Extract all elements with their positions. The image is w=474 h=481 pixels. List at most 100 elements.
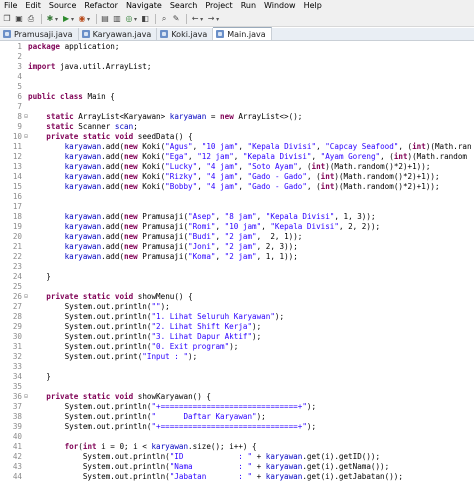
- code-line[interactable]: 41 for(int i = 0; i < karyawan.size(); i…: [0, 442, 474, 452]
- code-text: for(int i = 0; i < karyawan.size(); i++)…: [64, 442, 257, 451]
- chevron-down-icon[interactable]: ▾: [71, 16, 74, 23]
- code-line[interactable]: 20 karyawan.add(new Pramusaji("Budi", "2…: [0, 232, 474, 242]
- code-line[interactable]: 4: [0, 72, 474, 82]
- search-icon[interactable]: ⌕: [159, 14, 169, 24]
- code-line[interactable]: 7: [0, 102, 474, 112]
- code-line[interactable]: 8 ⊟ static ArrayList<Karyawan> karyawan =…: [0, 112, 474, 122]
- code-line[interactable]: 43 System.out.println("Nama : " + karyaw…: [0, 462, 474, 472]
- code-line[interactable]: 44 System.out.println("Jabatan : " + kar…: [0, 472, 474, 481]
- menu-navigate[interactable]: Navigate: [122, 0, 166, 12]
- code-text: public class Main {: [28, 92, 115, 101]
- code-line[interactable]: 5: [0, 82, 474, 92]
- code-line[interactable]: 11 karyawan.add(new Koki("Agus", "10 jam…: [0, 142, 474, 152]
- code-line[interactable]: 19 karyawan.add(new Pramusaji("Romi", "1…: [0, 222, 474, 232]
- code-text: System.out.println("ID : " + karyawan.ge…: [28, 452, 381, 461]
- menu-window[interactable]: Window: [260, 0, 300, 12]
- code-line[interactable]: 26 ⊟ private static void showMenu() {: [0, 292, 474, 302]
- code-line[interactable]: 15 karyawan.add(new Koki("Bobby", "4 jam…: [0, 182, 474, 192]
- code-line[interactable]: 3 import java.util.ArrayList;: [0, 62, 474, 72]
- code-line[interactable]: 1 package application;: [0, 42, 474, 52]
- tab-pramusaji[interactable]: Pramusaji.java: [0, 28, 79, 40]
- code-line[interactable]: 13 karyawan.add(new Koki("Lucky", "4 jam…: [0, 162, 474, 172]
- code-line[interactable]: 23: [0, 262, 474, 272]
- code-text: karyawan.add(new Pramusaji("Romi", "10 j…: [64, 222, 381, 231]
- code-line[interactable]: 30 System.out.println("3. Lihat Dapur Ak…: [0, 332, 474, 342]
- tab-main[interactable]: Main.java: [213, 27, 272, 40]
- code-line[interactable]: 28 System.out.println("1. Lihat Seluruh …: [0, 312, 474, 322]
- new-class-icon[interactable]: ◎: [124, 14, 134, 24]
- new-package-icon[interactable]: ▥: [112, 14, 122, 24]
- tab-karyawan[interactable]: Karyawan.java: [79, 28, 158, 40]
- code-line[interactable]: 32 System.out.print("Input : ");: [0, 352, 474, 362]
- chevron-down-icon[interactable]: ▾: [216, 16, 219, 23]
- code-line[interactable]: 10 ⊟ private static void seedData() {: [0, 132, 474, 142]
- code-line[interactable]: 34 }: [0, 372, 474, 382]
- open-type-icon[interactable]: ◧: [140, 14, 150, 24]
- code-line[interactable]: 24 }: [0, 272, 474, 282]
- new-icon[interactable]: ❐: [2, 14, 12, 24]
- menu-run[interactable]: Run: [237, 0, 260, 12]
- menu-file[interactable]: File: [0, 0, 21, 12]
- new-java-project-icon[interactable]: ▤: [100, 14, 110, 24]
- editor-tab-bar: Pramusaji.java Karyawan.java Koki.java Main…: [0, 27, 474, 41]
- forward-icon[interactable]: →: [206, 14, 216, 24]
- code-line[interactable]: 40: [0, 432, 474, 442]
- line-number: 2: [17, 52, 22, 61]
- chevron-down-icon[interactable]: ▾: [87, 16, 90, 23]
- tab-label: Pramusaji.java: [14, 29, 73, 39]
- code-line[interactable]: 37 System.out.println("+================…: [0, 402, 474, 412]
- code-line[interactable]: 25: [0, 282, 474, 292]
- code-line[interactable]: 39 System.out.println("+================…: [0, 422, 474, 432]
- code-text: karyawan.add(new Pramusaji("Asep", "8 ja…: [64, 212, 376, 221]
- menu-bar: File Edit Source Refactor Navigate Search Proj…: [0, 0, 474, 12]
- line-number: 9: [17, 122, 22, 131]
- code-line[interactable]: 14 karyawan.add(new Koki("Rizky", "4 jam…: [0, 172, 474, 182]
- line-number: 7: [17, 102, 22, 111]
- chevron-down-icon[interactable]: ▾: [200, 16, 203, 23]
- menu-project[interactable]: Project: [201, 0, 236, 12]
- chevron-down-icon[interactable]: ▾: [134, 16, 137, 23]
- code-line[interactable]: 31 System.out.println("0. Exit program")…: [0, 342, 474, 352]
- code-line[interactable]: 2: [0, 52, 474, 62]
- code-line[interactable]: 33: [0, 362, 474, 372]
- code-editor[interactable]: 1 package application; 2 3 import java.util.…: [0, 42, 474, 481]
- menu-search[interactable]: Search: [166, 0, 201, 12]
- code-line[interactable]: 38 System.out.println(" Daftar Karyawan"…: [0, 412, 474, 422]
- code-line[interactable]: 27 System.out.println("");: [0, 302, 474, 312]
- code-text: System.out.println("+===================…: [28, 422, 317, 431]
- code-line[interactable]: 9 static Scanner scan;: [0, 122, 474, 132]
- code-line[interactable]: 17: [0, 202, 474, 212]
- run-icon[interactable]: ▶: [61, 14, 71, 24]
- java-file-icon: [216, 30, 225, 38]
- menu-source[interactable]: Source: [45, 0, 80, 12]
- line-number: 33: [12, 362, 22, 371]
- code-text: private static void showKaryawan() {: [46, 392, 211, 401]
- line-number: 35: [12, 382, 22, 391]
- menu-help[interactable]: Help: [300, 0, 326, 12]
- line-number: 18: [12, 212, 22, 221]
- debug-icon[interactable]: ✱: [45, 14, 55, 24]
- toolbar-separator: [41, 14, 42, 24]
- save-icon[interactable]: ▣: [14, 14, 24, 24]
- code-line[interactable]: 12 karyawan.add(new Koki("Ega", "12 jam"…: [0, 152, 474, 162]
- code-line[interactable]: 36 ⊟ private static void showKaryawan() {: [0, 392, 474, 402]
- code-line[interactable]: 42 System.out.println("ID : " + karyawan…: [0, 452, 474, 462]
- code-text: System.out.println("+===================…: [28, 402, 317, 411]
- annotation-icon[interactable]: ✎: [171, 14, 181, 24]
- back-icon[interactable]: ←: [190, 14, 200, 24]
- java-file-icon: [160, 30, 169, 38]
- code-line[interactable]: 18 karyawan.add(new Pramusaji("Asep", "8…: [0, 212, 474, 222]
- menu-edit[interactable]: Edit: [21, 0, 45, 12]
- print-icon[interactable]: ⎙: [26, 14, 36, 24]
- menu-refactor[interactable]: Refactor: [80, 0, 122, 12]
- tab-koki[interactable]: Koki.java: [157, 28, 214, 40]
- external-tools-icon[interactable]: ◉: [77, 14, 87, 24]
- code-line[interactable]: 22 karyawan.add(new Pramusaji("Koma", "2…: [0, 252, 474, 262]
- chevron-down-icon[interactable]: ▾: [55, 16, 58, 23]
- code-text: static Scanner scan;: [46, 122, 138, 131]
- code-line[interactable]: 16: [0, 192, 474, 202]
- code-line[interactable]: 21 karyawan.add(new Pramusaji("Joni", "2…: [0, 242, 474, 252]
- code-line[interactable]: 6 public class Main {: [0, 92, 474, 102]
- code-line[interactable]: 29 System.out.println("2. Lihat Shift Ke…: [0, 322, 474, 332]
- code-line[interactable]: 35: [0, 382, 474, 392]
